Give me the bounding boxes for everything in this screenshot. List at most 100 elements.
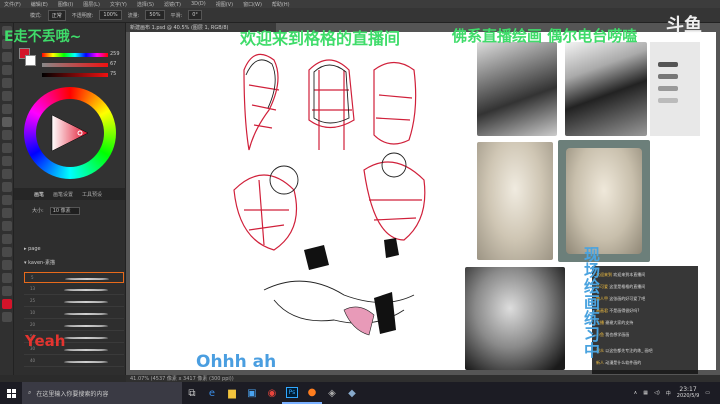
zoom-tool-icon[interactable] [2, 273, 12, 283]
saturation-slider[interactable] [42, 63, 108, 67]
douyu-icon[interactable]: ● [302, 382, 322, 404]
brightness-value[interactable]: 75 [110, 71, 116, 77]
color-wheel[interactable] [24, 87, 116, 179]
eraser-tool-icon[interactable] [2, 156, 12, 166]
angle-input[interactable]: 0° [188, 10, 202, 20]
menu-view[interactable]: 视图(V) [216, 1, 233, 8]
menu-edit[interactable]: 编辑(E) [31, 1, 48, 8]
chat-panel: 欢迎来到 欢迎来到本直播间 小可爱 这里是格格的直播间 路人甲 这张画的好可爱了… [592, 266, 698, 374]
photoshop-badge: Ps [285, 386, 299, 398]
tab-brush-settings[interactable]: 画笔设置 [49, 188, 77, 200]
options-bar: 模式: 正常 不透明度: 100% 流量: 50% 平滑: 0° [0, 8, 720, 23]
flow-input[interactable]: 50% [145, 10, 165, 20]
history-brush-tool-icon[interactable] [2, 143, 12, 153]
hue-value[interactable]: 259 [110, 51, 120, 57]
quick-select-tool-icon[interactable] [2, 65, 12, 75]
menu-filter[interactable]: 滤镜(T) [164, 1, 181, 8]
notification-icon[interactable]: ▭ [705, 390, 710, 396]
brush-item[interactable]: 25 [24, 296, 124, 307]
brush-size-input[interactable]: 10 像素 [49, 207, 80, 215]
brush-stroke-preview [64, 337, 108, 339]
start-button[interactable] [0, 382, 22, 404]
reference-photo-bust-2 [558, 140, 650, 262]
blur-tool-icon[interactable] [2, 182, 12, 192]
system-tray: ∧ ▦ ◁) 中 23:17 2020/5/9 ▭ [634, 386, 720, 400]
menu-select[interactable]: 选择(S) [137, 1, 154, 8]
type-tool-icon[interactable] [2, 221, 12, 231]
color-panel: 259 67 75 [14, 23, 126, 188]
chat-text: 我也想学画画 [605, 332, 630, 337]
brightness-slider[interactable] [42, 73, 108, 77]
menu-image[interactable]: 图像(I) [58, 1, 73, 8]
brush-folder-page[interactable]: ▸ page [24, 246, 124, 255]
clock[interactable]: 23:17 2020/5/9 [677, 386, 699, 400]
hand-tool-icon[interactable] [2, 260, 12, 270]
foreground-color-swatch[interactable] [2, 299, 12, 309]
brush-item[interactable]: 10 [24, 308, 124, 319]
brush-item[interactable]: 20 [24, 320, 124, 331]
brush-number: 5 [31, 275, 34, 280]
stamp-tool-icon[interactable] [2, 130, 12, 140]
menu-type[interactable]: 文字(Y) [110, 1, 127, 8]
crop-tool-icon[interactable] [2, 78, 12, 88]
color-triangle[interactable] [50, 113, 90, 153]
palette-swatch [658, 98, 678, 103]
menu-3d[interactable]: 3D(D) [191, 1, 206, 7]
app-icon[interactable]: ◆ [342, 382, 362, 404]
menu-window[interactable]: 窗口(W) [243, 1, 262, 8]
more-tools-icon[interactable] [2, 286, 12, 296]
folder-icon[interactable]: ▆ [222, 382, 242, 404]
media-icon[interactable]: ◈ [322, 382, 342, 404]
eyedropper-tool-icon[interactable] [2, 91, 12, 101]
tab-tool-presets[interactable]: 工具预设 [78, 188, 106, 200]
brush-tool-icon[interactable] [2, 117, 12, 127]
path-select-tool-icon[interactable] [2, 234, 12, 244]
stream-caption-ohhh: Ohhh ah [196, 352, 277, 372]
dodge-tool-icon[interactable] [2, 195, 12, 205]
task-view-icon[interactable]: ⧉ [182, 382, 202, 404]
tab-brushes[interactable]: 画笔 [30, 188, 48, 200]
pen-tool-icon[interactable] [2, 208, 12, 218]
background-swatch[interactable] [25, 55, 36, 66]
hue-slider[interactable] [42, 53, 108, 57]
chat-text: 动漫是什么软件画的 [605, 360, 642, 365]
lasso-tool-icon[interactable] [2, 52, 12, 62]
tray-up-arrow-icon[interactable]: ∧ [634, 390, 638, 396]
brush-item[interactable]: 5 [24, 272, 124, 283]
brush-item[interactable]: 40 [24, 356, 124, 367]
reference-photo-bust-3 [465, 267, 565, 370]
volume-icon[interactable]: ◁) [654, 390, 660, 396]
brush-stroke-preview [64, 349, 108, 351]
brush-item[interactable]: 13 [24, 284, 124, 295]
quick-mask-icon[interactable] [2, 312, 12, 322]
chat-line: 新人 动漫是什么软件画的 [596, 360, 641, 366]
palette-swatch [658, 86, 678, 91]
stream-welcome-banner: 欢迎来到格格的直播间 [240, 29, 401, 48]
reference-photo-maid-2 [565, 42, 647, 136]
photoshop-icon[interactable]: Ps [282, 382, 302, 404]
healing-tool-icon[interactable] [2, 104, 12, 114]
taskbar-search[interactable]: ⌕ 在这里输入你要搜索的内容 [22, 382, 182, 404]
brush-number: 25 [30, 298, 36, 303]
stream-status-vertical: 现场绘画练习中 [581, 246, 600, 358]
menu-file[interactable]: 文件(F) [4, 1, 21, 8]
ime-indicator[interactable]: 中 [666, 390, 671, 397]
network-icon[interactable]: ▦ [643, 390, 648, 396]
menu-bar: 文件(F) 编辑(E) 图像(I) 图层(L) 文字(Y) 选择(S) 滤镜(T… [0, 0, 720, 8]
saturation-value[interactable]: 67 [110, 61, 116, 67]
menu-layer[interactable]: 图层(L) [83, 1, 100, 8]
brush-size-row: 大小: 10 像素 [32, 207, 80, 215]
opacity-label: 不透明度: [71, 12, 94, 19]
search-placeholder: 在这里输入你要搜索的内容 [36, 390, 109, 398]
store-icon[interactable]: ▣ [242, 382, 262, 404]
gradient-tool-icon[interactable] [2, 169, 12, 179]
opacity-input[interactable]: 100% [99, 10, 122, 20]
brush-number: 13 [30, 286, 36, 291]
chrome-icon[interactable]: ◉ [262, 382, 282, 404]
mode-select[interactable]: 正常 [47, 9, 66, 21]
brush-folder-sketch[interactable]: ▾ kaven-素描 [24, 259, 124, 268]
shape-tool-icon[interactable] [2, 247, 12, 257]
tool-bar [0, 23, 14, 375]
menu-help[interactable]: 帮助(H) [272, 1, 290, 8]
edge-icon[interactable]: e [202, 382, 222, 404]
